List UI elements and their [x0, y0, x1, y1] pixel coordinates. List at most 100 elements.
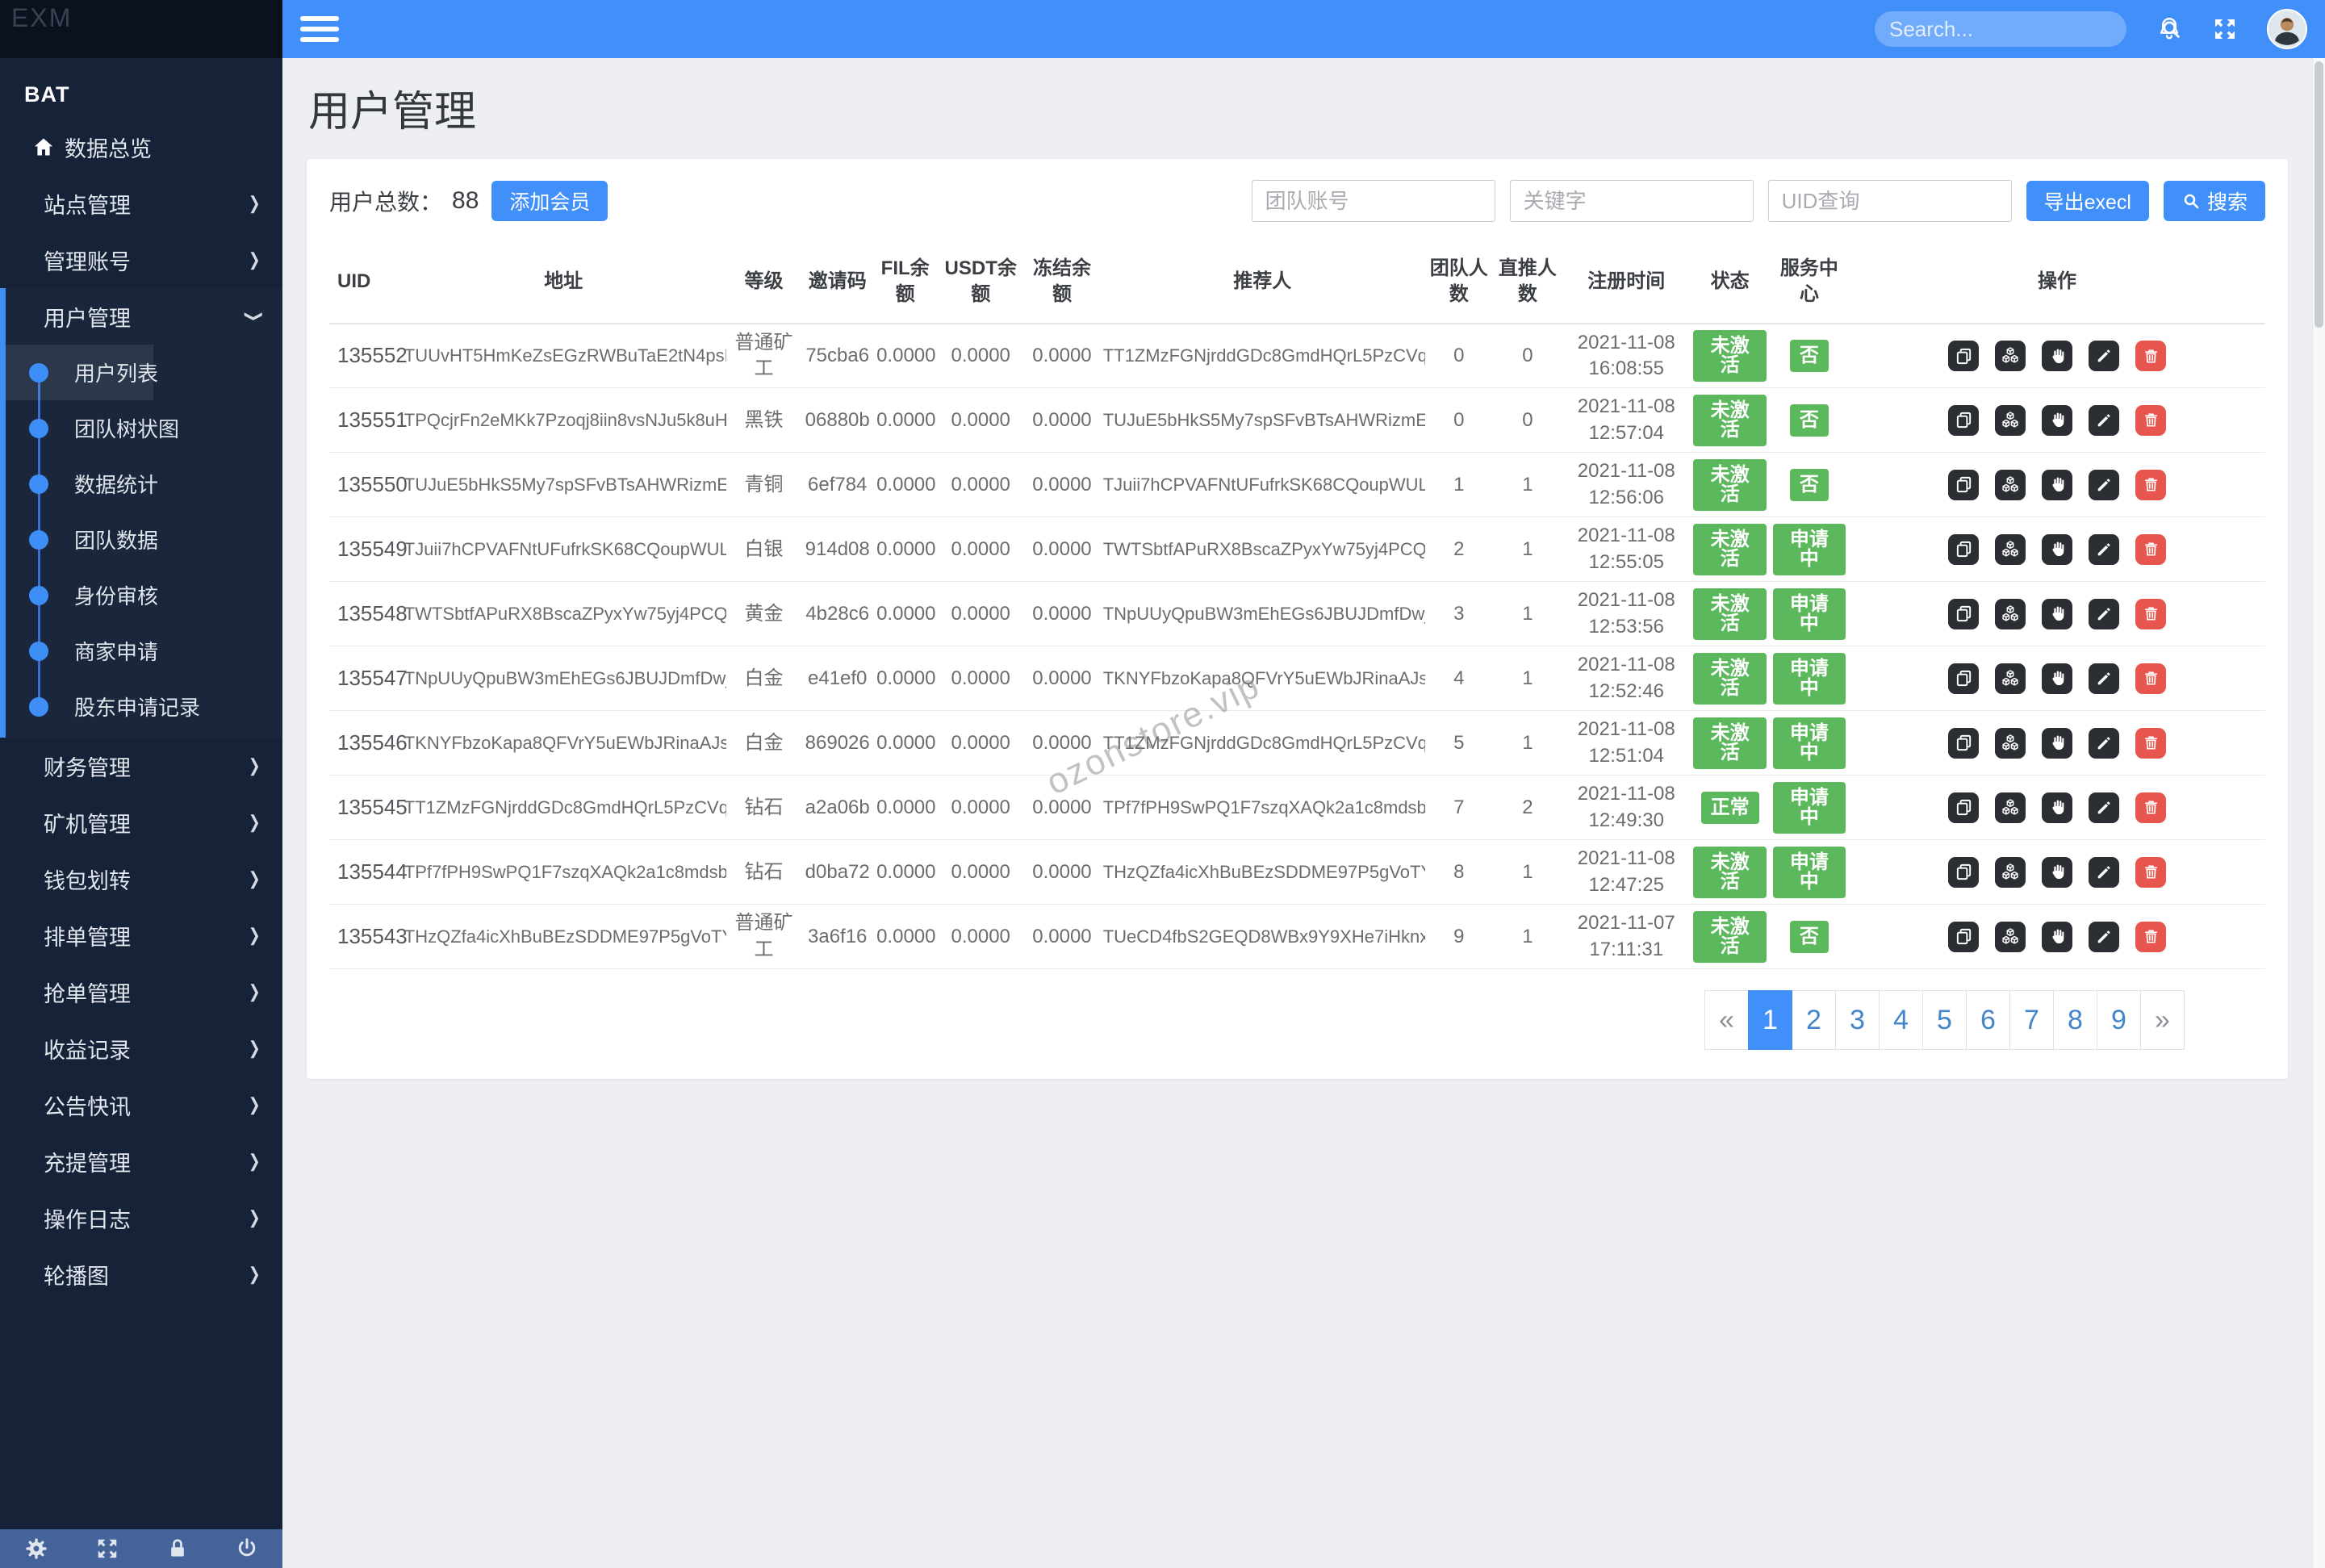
pagination-page-5[interactable]: 5	[1922, 990, 1967, 1050]
edit-button[interactable]	[2089, 470, 2119, 500]
pagination-page-4[interactable]: 4	[1879, 990, 1923, 1050]
add-member-button[interactable]: 添加会员	[491, 181, 608, 221]
cubes-button[interactable]	[1995, 728, 2026, 759]
search-input[interactable]	[1889, 17, 2160, 42]
sidebar-item-order-queue-management[interactable]: 排单管理❯	[0, 907, 282, 964]
fullscreen-icon[interactable]	[2212, 16, 2238, 42]
edit-button[interactable]	[2089, 728, 2119, 759]
sidebar-item-order-grab-management[interactable]: 抢单管理❯	[0, 964, 282, 1020]
keyword-input[interactable]	[1510, 180, 1754, 222]
sidebar-item-label: 收益记录	[44, 1033, 131, 1064]
scrollbar-thumb[interactable]	[2315, 61, 2323, 328]
scrollbar-track[interactable]	[2312, 58, 2325, 1568]
pagination-page-2[interactable]: 2	[1792, 990, 1836, 1050]
copy-button[interactable]	[1948, 341, 1979, 371]
menu-toggle-icon[interactable]	[300, 13, 339, 45]
hand-button[interactable]	[2042, 728, 2072, 759]
cubes-button[interactable]	[1995, 599, 2026, 629]
copy-button[interactable]	[1948, 663, 1979, 694]
bell-icon[interactable]	[2156, 15, 2183, 43]
sidebar-item-data-statistics[interactable]: 数据统计	[6, 456, 282, 512]
delete-button[interactable]	[2135, 922, 2166, 952]
copy-button[interactable]	[1948, 922, 1979, 952]
pagination-page-6[interactable]: 6	[1966, 990, 2010, 1050]
copy-button[interactable]	[1948, 534, 1979, 565]
cubes-button[interactable]	[1995, 405, 2026, 436]
hand-button[interactable]	[2042, 663, 2072, 694]
team-account-input[interactable]	[1252, 180, 1495, 222]
hand-button[interactable]	[2042, 792, 2072, 823]
cubes-button[interactable]	[1995, 534, 2026, 565]
edit-button[interactable]	[2089, 405, 2119, 436]
export-excel-button[interactable]: 导出execl	[2026, 181, 2149, 221]
pagination-page-1[interactable]: 1	[1748, 990, 1792, 1050]
hand-button[interactable]	[2042, 857, 2072, 888]
delete-button[interactable]	[2135, 857, 2166, 888]
copy-button[interactable]	[1948, 857, 1979, 888]
sidebar-item-team-data[interactable]: 团队数据	[6, 512, 282, 567]
sidebar-item-earnings-records[interactable]: 收益记录❯	[0, 1020, 282, 1077]
edit-button[interactable]	[2089, 341, 2119, 371]
pagination-prev[interactable]: «	[1704, 990, 1749, 1050]
sidebar-item-user-management[interactable]: 用户管理❯	[6, 288, 282, 345]
sidebar-item-shareholder-apply-records[interactable]: 股东申请记录	[6, 679, 282, 734]
sidebar-item-finance-management[interactable]: 财务管理❯	[0, 738, 282, 794]
hand-button[interactable]	[2042, 922, 2072, 952]
pagination-page-9[interactable]: 9	[2097, 990, 2141, 1050]
delete-button[interactable]	[2135, 663, 2166, 694]
fullscreen-icon[interactable]	[95, 1537, 119, 1561]
cubes-button[interactable]	[1995, 341, 2026, 371]
copy-button[interactable]	[1948, 405, 1979, 436]
sidebar-item-wallet-transfer[interactable]: 钱包划转❯	[0, 851, 282, 907]
delete-button[interactable]	[2135, 792, 2166, 823]
cubes-button[interactable]	[1995, 792, 2026, 823]
uid-query-input[interactable]	[1768, 180, 2012, 222]
edit-button[interactable]	[2089, 534, 2119, 565]
cubes-button[interactable]	[1995, 470, 2026, 500]
delete-button[interactable]	[2135, 405, 2166, 436]
delete-button[interactable]	[2135, 341, 2166, 371]
copy-button[interactable]	[1948, 470, 1979, 500]
sidebar-item-identity-review[interactable]: 身份审核	[6, 567, 282, 623]
hand-button[interactable]	[2042, 599, 2072, 629]
pagination-page-8[interactable]: 8	[2053, 990, 2097, 1050]
copy-button[interactable]	[1948, 792, 1979, 823]
power-icon[interactable]	[235, 1537, 259, 1561]
pagination-next[interactable]: »	[2140, 990, 2185, 1050]
sidebar-item-carousel[interactable]: 轮播图❯	[0, 1246, 282, 1302]
sidebar-item-data-overview[interactable]: 数据总览	[0, 119, 282, 175]
edit-button[interactable]	[2089, 792, 2119, 823]
edit-button[interactable]	[2089, 599, 2119, 629]
cubes-button[interactable]	[1995, 663, 2026, 694]
hand-button[interactable]	[2042, 534, 2072, 565]
avatar[interactable]	[2267, 9, 2307, 49]
pagination-page-3[interactable]: 3	[1835, 990, 1880, 1050]
search-button[interactable]: 搜索	[2164, 181, 2265, 221]
sidebar-item-site-management[interactable]: 站点管理❯	[0, 175, 282, 232]
gear-icon[interactable]	[23, 1536, 49, 1562]
lock-icon[interactable]	[166, 1537, 189, 1560]
cubes-button[interactable]	[1995, 922, 2026, 952]
hand-button[interactable]	[2042, 341, 2072, 371]
edit-button[interactable]	[2089, 857, 2119, 888]
hand-button[interactable]	[2042, 405, 2072, 436]
delete-button[interactable]	[2135, 599, 2166, 629]
cubes-button[interactable]	[1995, 857, 2026, 888]
sidebar-item-user-list[interactable]: 用户列表	[6, 345, 282, 400]
sidebar-item-merchant-apply[interactable]: 商家申请	[6, 623, 282, 679]
pagination-page-7[interactable]: 7	[2009, 990, 2054, 1050]
hand-button[interactable]	[2042, 470, 2072, 500]
sidebar-item-team-tree[interactable]: 团队树状图	[6, 400, 282, 456]
sidebar-item-operation-logs[interactable]: 操作日志❯	[0, 1190, 282, 1246]
delete-button[interactable]	[2135, 534, 2166, 565]
copy-button[interactable]	[1948, 728, 1979, 759]
copy-button[interactable]	[1948, 599, 1979, 629]
sidebar-item-deposit-withdraw-management[interactable]: 充提管理❯	[0, 1133, 282, 1190]
edit-button[interactable]	[2089, 922, 2119, 952]
delete-button[interactable]	[2135, 470, 2166, 500]
sidebar-item-admin-accounts[interactable]: 管理账号❯	[0, 232, 282, 288]
edit-button[interactable]	[2089, 663, 2119, 694]
sidebar-item-miner-management[interactable]: 矿机管理❯	[0, 794, 282, 851]
sidebar-item-announcement-news[interactable]: 公告快讯❯	[0, 1077, 282, 1133]
delete-button[interactable]	[2135, 728, 2166, 759]
